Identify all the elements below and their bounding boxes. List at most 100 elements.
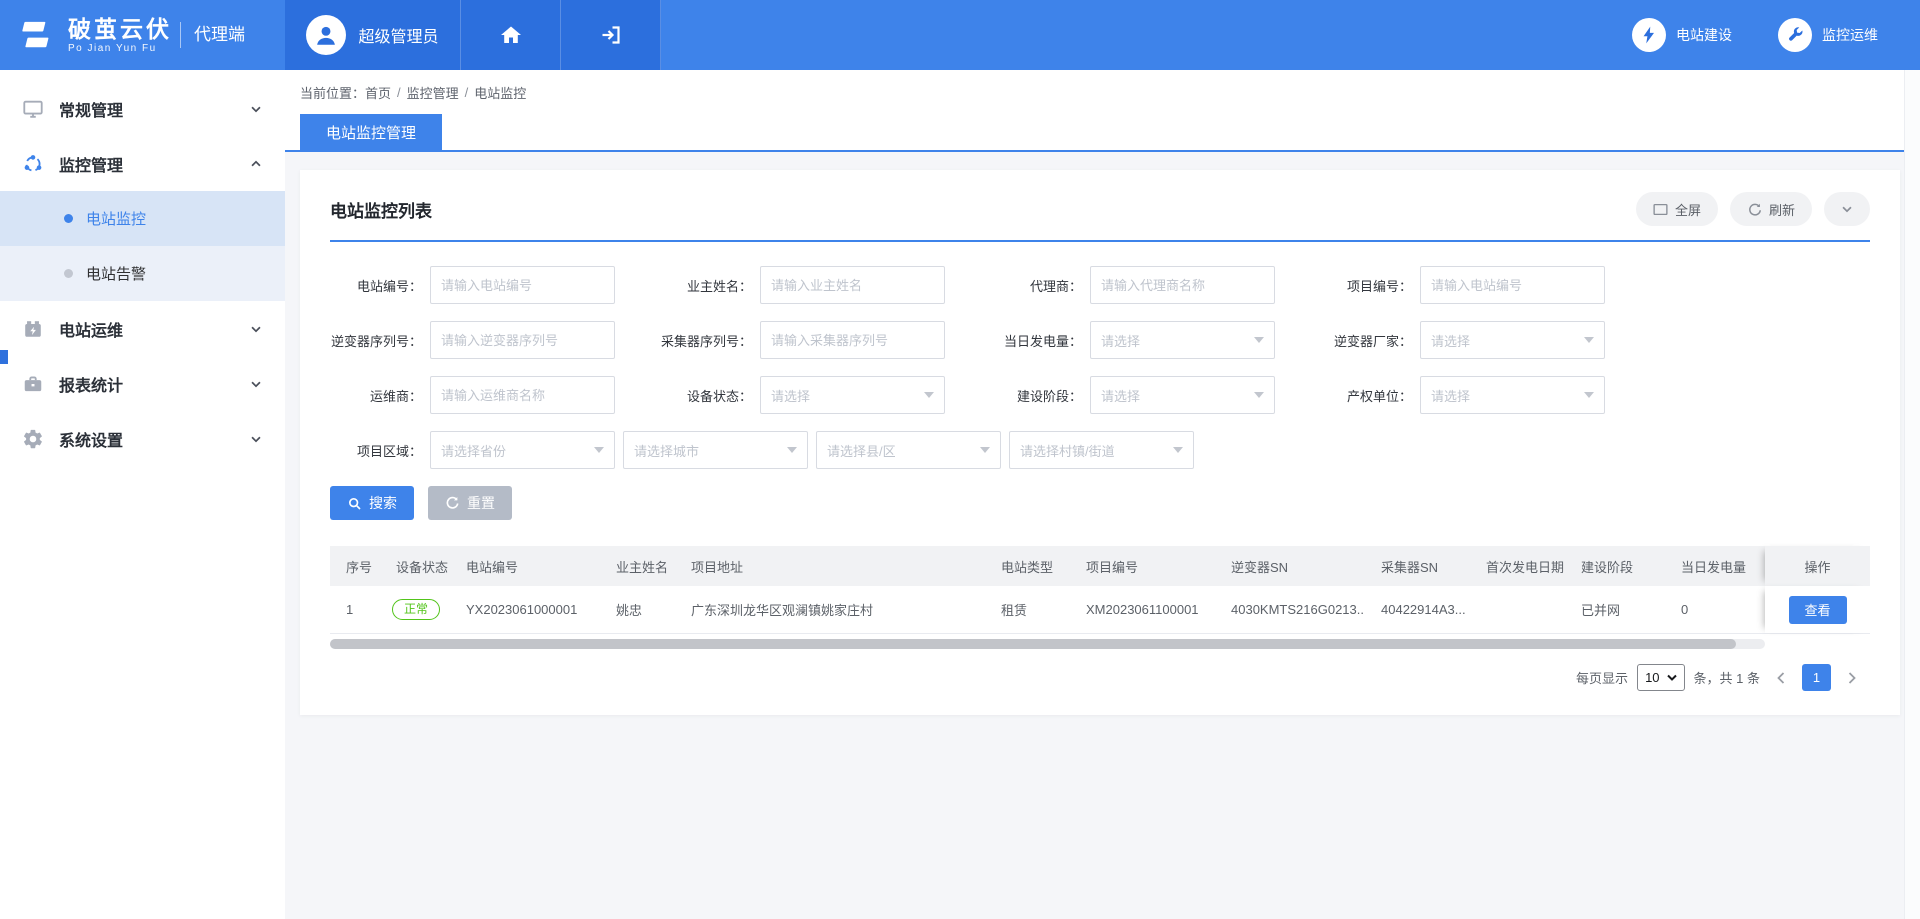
field-label: 项目区域： — [330, 441, 430, 460]
page-size-select[interactable]: 10 — [1637, 664, 1684, 691]
refresh-icon — [1747, 202, 1762, 217]
page-number-1[interactable]: 1 — [1802, 664, 1831, 691]
page-size-value: 10 — [1645, 670, 1659, 685]
breadcrumb-item-monitor-mgmt[interactable]: 监控管理 — [407, 83, 459, 102]
cell-project-no: XM2023061100001 — [1070, 602, 1215, 617]
view-button[interactable]: 查看 — [1789, 596, 1847, 624]
home-button[interactable] — [461, 0, 561, 70]
cell-daily-power: 0 — [1665, 602, 1765, 617]
field-label: 产权单位： — [1320, 386, 1420, 405]
inverter-vendor-select[interactable]: 请选择 — [1420, 321, 1605, 359]
logout-button[interactable] — [561, 0, 661, 70]
refresh-label: 刷新 — [1769, 200, 1795, 219]
cell-device-status: 正常 — [380, 599, 450, 620]
wrench-icon — [1778, 18, 1812, 52]
col-stage: 建设阶段 — [1565, 557, 1665, 576]
prev-page-button[interactable] — [1769, 666, 1793, 690]
agent-input[interactable] — [1090, 266, 1275, 304]
sidebar-item-reports[interactable]: 报表统计 — [0, 356, 285, 411]
quick-link-station-build[interactable]: 电站建设 — [1632, 18, 1732, 52]
daily-power-select[interactable]: 请选择 — [1090, 321, 1275, 359]
briefcase-icon — [22, 373, 44, 395]
lightning-icon — [1632, 18, 1666, 52]
user-profile[interactable]: 超级管理员 — [285, 0, 461, 70]
tab-station-monitor-mgmt[interactable]: 电站监控管理 — [300, 114, 442, 150]
chevron-down-icon — [249, 432, 263, 446]
select-placeholder: 请选择 — [1431, 386, 1470, 405]
sidebar-subitem-station-monitor[interactable]: 电站监控 — [0, 191, 285, 246]
logout-icon — [599, 23, 623, 47]
fullscreen-button[interactable]: 全屏 — [1636, 192, 1718, 226]
region-town-select[interactable]: 请选择村镇/街道 — [1009, 431, 1194, 469]
vertical-scrollbar-track[interactable] — [1904, 70, 1920, 919]
col-project-no: 项目编号 — [1070, 557, 1215, 576]
power-ops-icon — [22, 318, 44, 340]
dropdown-arrow-icon — [1254, 392, 1264, 398]
search-button[interactable]: 搜索 — [330, 486, 414, 520]
sidebar-item-settings[interactable]: 系统设置 — [0, 411, 285, 466]
cell-inverter-sn: 4030KMTS216G0213... — [1215, 602, 1365, 617]
user-name: 超级管理员 — [358, 23, 438, 47]
dropdown-arrow-icon — [924, 392, 934, 398]
horizontal-scrollbar-thumb[interactable] — [330, 639, 1736, 649]
next-page-button[interactable] — [1840, 666, 1864, 690]
select-placeholder: 请选择 — [1431, 331, 1470, 350]
col-collector-sn: 采集器SN — [1365, 557, 1470, 576]
chevron-down-icon — [249, 377, 263, 391]
field-inverter-sn: 逆变器序列号： — [330, 321, 660, 359]
cell-collector-sn: 40422914A3... — [1365, 602, 1470, 617]
select-placeholder: 请选择 — [1101, 386, 1140, 405]
ops-vendor-input[interactable] — [430, 376, 615, 414]
cell-owner: 姚忠 — [600, 600, 675, 619]
col-owner: 业主姓名 — [600, 557, 675, 576]
refresh-button[interactable]: 刷新 — [1730, 192, 1812, 226]
reset-button[interactable]: 重置 — [428, 486, 512, 520]
per-page-suffix: 条，共 1 条 — [1694, 668, 1760, 687]
sidebar-item-monitor-mgmt[interactable]: 监控管理 — [0, 136, 285, 191]
device-status-select[interactable]: 请选择 — [760, 376, 945, 414]
search-icon — [347, 496, 362, 511]
property-unit-select[interactable]: 请选择 — [1420, 376, 1605, 414]
select-placeholder: 请选择 — [1101, 331, 1140, 350]
filter-form: 电站编号： 业主姓名： 代理商： 项目编号： 逆变器序列号 — [330, 242, 1870, 520]
region-province-select[interactable]: 请选择省份 — [430, 431, 615, 469]
region-city-select[interactable]: 请选择城市 — [623, 431, 808, 469]
quick-link-label: 电站建设 — [1676, 25, 1732, 45]
sidebar-item-general[interactable]: 常规管理 — [0, 81, 285, 136]
owner-name-input[interactable] — [760, 266, 945, 304]
chevron-up-icon — [249, 157, 263, 171]
station-no-input[interactable] — [430, 266, 615, 304]
collapse-button[interactable] — [1824, 192, 1870, 226]
breadcrumb: 当前位置： 首页 / 监控管理 / 电站监控 — [285, 70, 1920, 114]
field-owner-name: 业主姓名： — [660, 266, 990, 304]
field-label: 电站编号： — [330, 276, 430, 295]
reset-icon — [445, 496, 460, 511]
select-placeholder: 请选择城市 — [634, 441, 699, 460]
project-no-input[interactable] — [1420, 266, 1605, 304]
field-label: 业主姓名： — [660, 276, 760, 295]
field-ops-vendor: 运维商： — [330, 376, 660, 414]
dropdown-arrow-icon — [1254, 337, 1264, 343]
cell-station-no: YX2023061000001 — [450, 602, 600, 617]
col-index: 序号 — [330, 557, 380, 576]
region-county-select[interactable]: 请选择县/区 — [816, 431, 1001, 469]
inverter-sn-input[interactable] — [430, 321, 615, 359]
sidebar-item-station-ops[interactable]: 电站运维 — [0, 301, 285, 356]
sidebar-subitem-station-alarm[interactable]: 电站告警 — [0, 246, 285, 301]
field-agent: 代理商： — [990, 266, 1320, 304]
per-page-prefix: 每页显示 — [1576, 668, 1628, 687]
breadcrumb-item-station-monitor[interactable]: 电站监控 — [474, 83, 526, 102]
table-header-row: 序号 设备状态 电站编号 业主姓名 项目地址 电站类型 项目编号 逆变器SN 采… — [330, 546, 1870, 586]
field-label: 逆变器厂家： — [1320, 331, 1420, 350]
field-label: 逆变器序列号： — [330, 331, 430, 350]
chevron-left-icon — [1775, 671, 1787, 685]
build-stage-select[interactable]: 请选择 — [1090, 376, 1275, 414]
col-inverter-sn: 逆变器SN — [1215, 557, 1365, 576]
field-label: 项目编号： — [1320, 276, 1420, 295]
card-toolbar: 全屏 刷新 — [1636, 192, 1870, 226]
quick-link-label: 监控运维 — [1822, 25, 1878, 45]
quick-link-monitor-ops[interactable]: 监控运维 — [1778, 18, 1878, 52]
select-arrow-icon — [1667, 674, 1677, 682]
collector-sn-input[interactable] — [760, 321, 945, 359]
breadcrumb-item-home[interactable]: 首页 — [365, 83, 391, 102]
